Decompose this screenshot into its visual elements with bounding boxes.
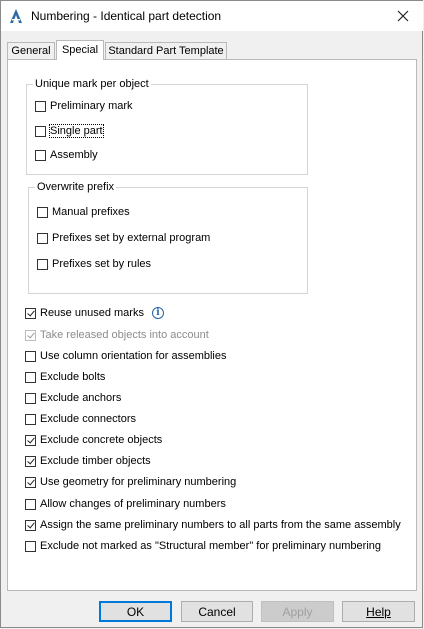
checkbox-label: Preliminary mark xyxy=(50,100,133,112)
checkbox-label: Manual prefixes xyxy=(52,206,130,218)
numbering-dialog: Numbering - Identical part detection Gen… xyxy=(0,0,423,628)
checkbox-label: Exclude timber objects xyxy=(40,455,151,467)
checkbox-manual-prefixes[interactable]: Manual prefixes xyxy=(37,204,130,220)
checkbox-label: Exclude connectors xyxy=(40,413,136,425)
checkbox-box[interactable] xyxy=(25,434,36,446)
checkbox-single-part[interactable]: Single part xyxy=(35,123,104,139)
tab-standard-part-template[interactable]: Standard Part Template xyxy=(105,42,227,59)
checkbox-label: Use column orientation for assemblies xyxy=(40,350,227,362)
checkbox-label: Exclude bolts xyxy=(40,371,106,383)
checkbox-assign-same-numbers[interactable]: Assign the same preliminary numbers to a… xyxy=(25,517,401,533)
close-button[interactable] xyxy=(389,4,417,28)
checkbox-box[interactable] xyxy=(37,206,48,218)
checkbox-assembly[interactable]: Assembly xyxy=(35,147,98,163)
close-icon xyxy=(397,10,409,22)
checkbox-prefixes-external-program[interactable]: Prefixes set by external program xyxy=(37,230,210,246)
group-unique-mark-title: Unique mark per object xyxy=(33,77,151,91)
checkbox-label: Allow changes of preliminary numbers xyxy=(40,498,226,510)
checkbox-box[interactable] xyxy=(25,476,36,488)
checkbox-box[interactable] xyxy=(37,258,48,270)
checkbox-prefixes-set-by-rules[interactable]: Prefixes set by rules xyxy=(37,256,151,272)
checkbox-label: Prefixes set by external program xyxy=(52,232,211,244)
checkbox-box[interactable] xyxy=(35,149,46,161)
checkbox-use-geometry[interactable]: Use geometry for preliminary numbering xyxy=(25,474,236,490)
checkbox-label: Exclude not marked as "Structural member… xyxy=(40,540,381,552)
checkbox-box[interactable] xyxy=(25,307,36,319)
checkbox-label: Assign the same preliminary numbers to a… xyxy=(40,519,401,531)
checkbox-label: Exclude concrete objects xyxy=(40,434,163,446)
title-bar: Numbering - Identical part detection xyxy=(1,1,423,31)
checkbox-label: Prefixes set by rules xyxy=(52,258,152,270)
tab-panel-special: Unique mark per object Preliminary mark … xyxy=(7,59,417,591)
checkbox-exclude-timber[interactable]: Exclude timber objects xyxy=(25,453,151,469)
tab-general[interactable]: General xyxy=(7,42,55,59)
checkbox-box[interactable] xyxy=(25,455,36,467)
checkbox-label: Use geometry for preliminary numbering xyxy=(40,476,237,488)
help-button-label: Help xyxy=(366,604,391,619)
checkbox-take-released-objects: Take released objects into account xyxy=(25,327,209,343)
checkbox-label: Single part xyxy=(49,124,104,138)
checkbox-label: Assembly xyxy=(50,149,98,161)
checkbox-label: Take released objects into account xyxy=(40,329,209,341)
checkbox-label: Exclude anchors xyxy=(40,392,122,404)
cancel-button[interactable]: Cancel xyxy=(181,601,253,622)
tab-special[interactable]: Special xyxy=(56,40,104,60)
app-logo-icon xyxy=(10,9,22,23)
group-overwrite-prefix: Overwrite prefix Manual prefixes Prefixe… xyxy=(28,180,308,294)
checkbox-box[interactable] xyxy=(25,519,36,531)
apply-button: Apply xyxy=(261,601,334,622)
checkbox-box[interactable] xyxy=(25,413,36,425)
help-button[interactable]: Help xyxy=(342,601,415,622)
info-icon[interactable]: i xyxy=(151,307,164,319)
checkbox-box[interactable] xyxy=(25,350,36,362)
checkbox-allow-changes[interactable]: Allow changes of preliminary numbers xyxy=(25,496,226,512)
checkbox-label: Reuse unused marks xyxy=(40,307,144,319)
checkbox-preliminary-mark[interactable]: Preliminary mark xyxy=(35,98,133,114)
checkbox-box[interactable] xyxy=(25,498,36,510)
checkbox-box[interactable] xyxy=(35,125,46,137)
window-title: Numbering - Identical part detection xyxy=(31,9,222,23)
ok-button[interactable]: OK xyxy=(99,601,172,622)
group-unique-mark: Unique mark per object Preliminary mark … xyxy=(26,77,308,175)
checkbox-box[interactable] xyxy=(25,392,36,404)
checkbox-column-orientation[interactable]: Use column orientation for assemblies xyxy=(25,348,226,364)
checkbox-exclude-concrete[interactable]: Exclude concrete objects xyxy=(25,432,162,448)
checkbox-box[interactable] xyxy=(37,232,48,244)
checkbox-exclude-not-structural[interactable]: Exclude not marked as "Structural member… xyxy=(25,538,381,554)
checkbox-reuse-unused-marks[interactable]: Reuse unused marks i xyxy=(25,305,164,321)
group-overwrite-prefix-title: Overwrite prefix xyxy=(35,180,117,194)
checkbox-box xyxy=(25,329,36,341)
checkbox-box[interactable] xyxy=(25,540,36,552)
checkbox-exclude-connectors[interactable]: Exclude connectors xyxy=(25,411,136,427)
checkbox-exclude-anchors[interactable]: Exclude anchors xyxy=(25,390,121,406)
checkbox-box[interactable] xyxy=(35,100,46,112)
checkbox-exclude-bolts[interactable]: Exclude bolts xyxy=(25,369,105,385)
checkbox-box[interactable] xyxy=(25,371,36,383)
